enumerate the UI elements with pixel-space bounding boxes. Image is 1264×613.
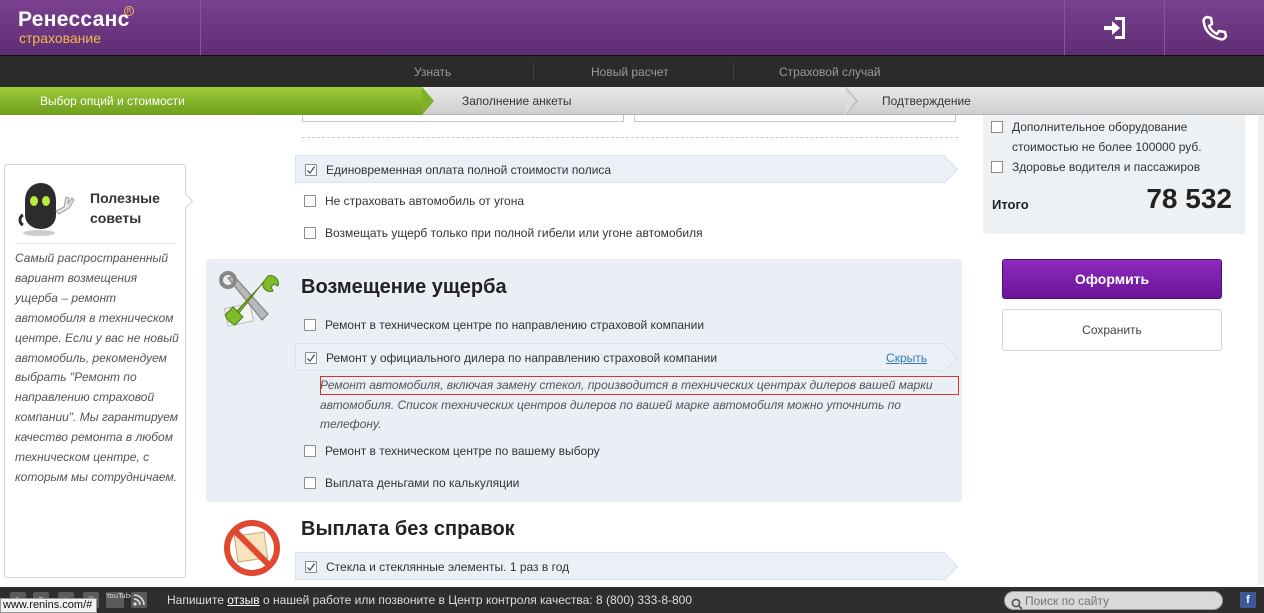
- option-label: Единовременная оплата полной стоимости п…: [326, 163, 612, 177]
- step-confirm[interactable]: Подтверждение: [882, 94, 971, 108]
- total-label: Итого: [992, 197, 1029, 212]
- rss-icon[interactable]: [131, 592, 147, 608]
- nav-separator: [733, 62, 734, 80]
- checkbox[interactable]: [304, 195, 316, 207]
- header-divider: [1064, 0, 1065, 55]
- option-label: Выплата деньгами по калькуляции: [325, 476, 520, 490]
- checkbox[interactable]: [991, 161, 1003, 173]
- login-icon[interactable]: [1101, 14, 1129, 42]
- option-full-payment[interactable]: Единовременная оплата полной стоимости п…: [295, 155, 945, 183]
- option-label: Ремонт в техническом центре по направлен…: [325, 318, 705, 332]
- facebook-icon[interactable]: f: [1240, 592, 1256, 608]
- summary-option-health[interactable]: Здоровье водителя и пассажиров: [991, 157, 1231, 177]
- option-label: Стекла и стеклянные элементы. 1 раз в го…: [326, 560, 570, 574]
- nav-separator: [533, 62, 534, 80]
- option-total-loss-only[interactable]: Возмещать ущерб только при полной гибели…: [295, 219, 945, 247]
- footer-text-after: о нашей работе или позвоните в Центр кон…: [259, 593, 693, 607]
- option-repair-own-choice[interactable]: Ремонт в техническом центре по вашему вы…: [295, 437, 945, 465]
- footer-text-before: Напишите: [167, 593, 228, 607]
- no-documents-icon: [222, 518, 282, 578]
- option-repair-dealer[interactable]: Ремонт у официального дилера по направле…: [295, 343, 945, 371]
- option-repair-insurer-center[interactable]: Ремонт в техническом центре по направлен…: [295, 311, 945, 339]
- youtube-icon[interactable]: YouTube: [106, 592, 134, 608]
- progress-steps: Выбор опций и стоимости Заполнение анкет…: [0, 87, 1264, 115]
- option-label: Дополнительное оборудование: [1012, 120, 1188, 134]
- top-header: Ренессанс R страхование: [0, 0, 1264, 55]
- step-options[interactable]: Выбор опций и стоимости: [0, 87, 422, 115]
- step-label: Выбор опций и стоимости: [40, 94, 185, 108]
- option-label: Не страховать автомобиль от угона: [325, 194, 525, 208]
- nav-item-new-calc[interactable]: Новый расчет: [591, 65, 669, 79]
- tips-box: Полезные советы Самый распространенный в…: [4, 164, 186, 578]
- option-label: Ремонт в техническом центре по вашему вы…: [325, 444, 600, 458]
- step-arrow: [845, 87, 856, 115]
- checkbox[interactable]: [304, 319, 316, 331]
- option-label-cont: стоимостью не более 100000 руб.: [1012, 140, 1202, 154]
- checkbox[interactable]: [305, 561, 317, 573]
- option-label: Возмещать ущерб только при полной гибели…: [325, 226, 703, 240]
- divider-line: [302, 137, 958, 138]
- checkbox[interactable]: [991, 121, 1003, 133]
- registered-mark: R: [124, 6, 134, 16]
- hide-link[interactable]: Скрыть: [886, 351, 927, 365]
- checkbox[interactable]: [305, 352, 317, 364]
- nav-item-claim[interactable]: Страховой случай: [779, 65, 881, 79]
- dealer-note: Ремонт автомобиля, включая замену стекол…: [320, 378, 933, 431]
- phone-icon[interactable]: [1200, 14, 1228, 42]
- option-label: Здоровье водителя и пассажиров: [1012, 160, 1201, 174]
- option-no-theft[interactable]: Не страховать автомобиль от угона: [295, 187, 945, 215]
- robot-icon: [17, 179, 77, 239]
- tools-icon: [218, 270, 284, 336]
- summary-option-equipment[interactable]: Дополнительное оборудование стоимостью н…: [991, 117, 1231, 157]
- tips-divider: [15, 243, 175, 244]
- logo-sub-text: страхование: [19, 30, 102, 46]
- checkbox[interactable]: [304, 445, 316, 457]
- checkout-button[interactable]: Оформить: [1002, 259, 1222, 299]
- step-form[interactable]: Заполнение анкеты: [462, 94, 572, 108]
- search-icon: [1011, 595, 1023, 610]
- main-nav: Узнать Новый расчет Страховой случай: [0, 55, 1264, 87]
- total-value: 78 532: [1146, 183, 1232, 214]
- footer-feedback-text: Напишите отзыв о нашей работе или позвон…: [167, 593, 692, 607]
- checkbox[interactable]: [304, 227, 316, 239]
- option-cash-payout[interactable]: Выплата деньгами по калькуляции: [295, 469, 945, 497]
- checkbox[interactable]: [304, 477, 316, 489]
- search-input[interactable]: [1025, 593, 1215, 609]
- status-url: www.renins.com/#: [0, 598, 97, 613]
- company-logo[interactable]: Ренессанс R страхование: [18, 6, 134, 46]
- tips-text: Самый распространенный вариант возмещени…: [15, 251, 179, 484]
- option-label: Ремонт у официального дилера по направле…: [326, 351, 718, 365]
- checkbox[interactable]: [305, 164, 317, 176]
- header-divider: [1164, 0, 1165, 55]
- summary-edge: [983, 228, 1245, 236]
- nav-item-learn[interactable]: Узнать: [414, 65, 451, 79]
- scrollbar[interactable]: [1258, 115, 1264, 585]
- header-divider: [200, 0, 201, 55]
- damage-title: Возмещение ущерба: [301, 276, 507, 298]
- form-field[interactable]: [634, 115, 956, 122]
- tips-title: Полезные советы: [90, 190, 160, 226]
- save-button[interactable]: Сохранить: [1002, 309, 1222, 351]
- option-glass[interactable]: Стекла и стеклянные элементы. 1 раз в го…: [295, 552, 945, 580]
- site-search[interactable]: [1004, 591, 1223, 610]
- feedback-link[interactable]: отзыв: [227, 593, 259, 607]
- form-field[interactable]: [302, 115, 624, 122]
- logo-main-text: Ренессанс: [18, 8, 130, 31]
- payout-title: Выплата без справок: [301, 518, 515, 540]
- step-arrow: [422, 87, 434, 115]
